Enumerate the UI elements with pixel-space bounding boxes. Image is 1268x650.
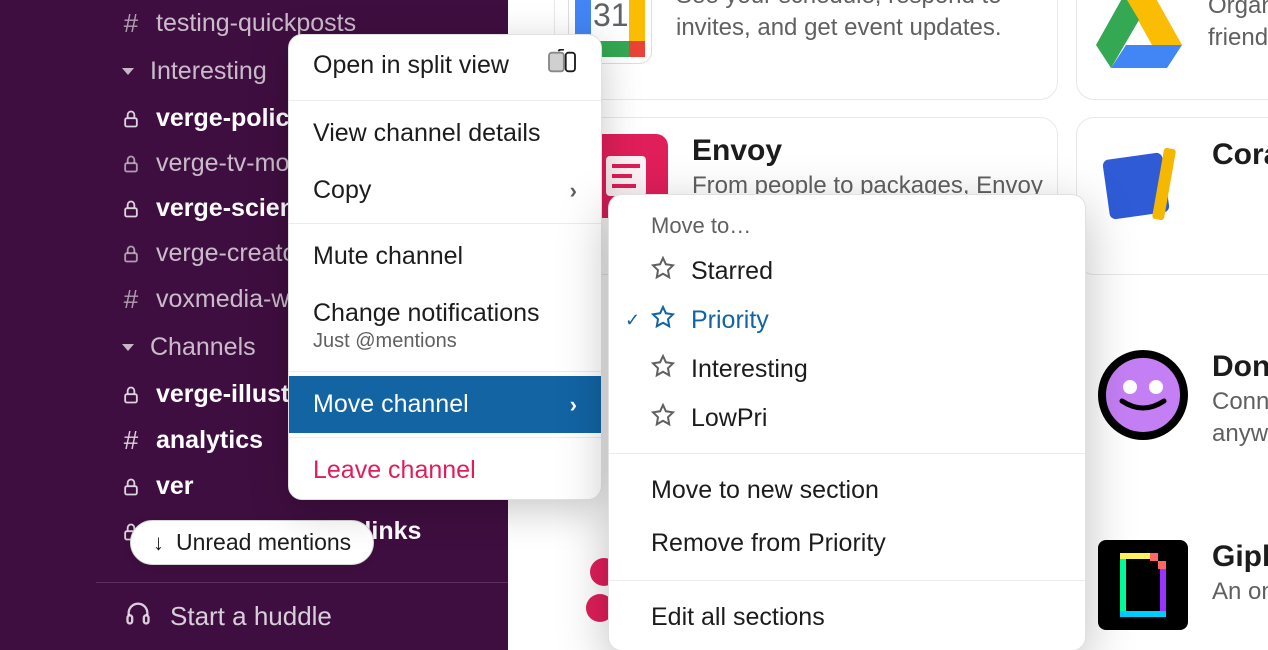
menu-label: Open in split view (313, 51, 509, 80)
menu-label: Leave channel (313, 456, 476, 485)
app-desc: An onl (1212, 576, 1268, 608)
submenu-heading: Move to… (609, 205, 1085, 247)
menu-label: View channel details (313, 119, 540, 148)
menu-separator (289, 223, 601, 224)
menu-separator (289, 437, 601, 438)
headphones-icon (124, 599, 152, 634)
channel-label: verge-tv-mo (156, 149, 289, 178)
app-card-coral[interactable]: Coral (1098, 138, 1268, 228)
menu-copy[interactable]: Copy › (289, 162, 601, 219)
menu-label: Move channel (313, 390, 469, 419)
app-card-giphy[interactable]: Giphy An onl (1098, 540, 1268, 630)
menu-separator (289, 100, 601, 101)
menu-separator (609, 453, 1085, 454)
app-desc: friendl (1208, 22, 1268, 54)
google-drive-icon (1094, 0, 1184, 80)
arrow-down-icon: ↓ (153, 530, 164, 556)
lock-icon (120, 477, 142, 497)
submenu-label: Interesting (691, 355, 808, 384)
menu-leave-channel[interactable]: Leave channel (289, 442, 601, 499)
app-title: Giphy (1212, 540, 1268, 574)
app-desc: See your schedule, respond to invites, a… (676, 0, 1036, 45)
channel-label: verge-policy (156, 104, 303, 133)
star-icon (651, 256, 675, 287)
move-to-submenu: Move to… Starred ✓ Priority Interesting … (608, 194, 1086, 650)
check-icon: ✓ (625, 310, 640, 331)
lock-icon (120, 199, 142, 219)
menu-separator (289, 371, 601, 372)
chevron-right-icon: › (570, 392, 577, 418)
submenu-edit-all-sections[interactable]: Edit all sections (609, 591, 1085, 644)
channel-context-menu: Open in split view View channel details … (288, 34, 602, 500)
section-label: Interesting (150, 57, 267, 86)
menu-label: Mute channel (313, 242, 463, 271)
submenu-label: Edit all sections (651, 603, 825, 631)
unread-mentions-pill[interactable]: ↓ Unread mentions (130, 520, 374, 565)
hash-icon: # (120, 425, 142, 456)
hash-icon: # (120, 284, 142, 315)
lock-icon (120, 154, 142, 174)
submenu-priority[interactable]: ✓ Priority (609, 296, 1085, 345)
menu-label: Copy (313, 176, 371, 205)
star-icon (651, 403, 675, 434)
app-card-drive[interactable]: Organ friendl (1094, 0, 1268, 80)
huddle-label: Start a huddle (170, 601, 332, 632)
split-view-icon (547, 49, 577, 82)
menu-view-details[interactable]: View channel details (289, 105, 601, 162)
caret-down-icon (120, 343, 136, 353)
submenu-label: LowPri (691, 404, 767, 433)
chevron-right-icon: › (570, 178, 577, 204)
channel-label: analytics (156, 426, 263, 455)
submenu-label: Starred (691, 257, 773, 286)
menu-label: Change notifications (313, 299, 540, 328)
calendar-day: 31 (593, 0, 629, 34)
menu-open-split-view[interactable]: Open in split view (289, 35, 601, 96)
section-label: Channels (150, 333, 256, 362)
giphy-icon (1098, 540, 1188, 630)
app-card-google-calendar[interactable]: 31 See your schedule, respond to invites… (568, 0, 1036, 64)
huddle-bar[interactable]: Start a huddle (96, 582, 508, 650)
app-title: Envoy (692, 134, 1052, 168)
caret-down-icon (120, 67, 136, 77)
app-desc: Conne anywh (1212, 386, 1268, 451)
donut-icon (1098, 350, 1188, 440)
app-title: Coral (1212, 138, 1268, 172)
channel-label: verge-creato (156, 239, 296, 268)
submenu-interesting[interactable]: Interesting (609, 345, 1085, 394)
hash-icon: # (120, 8, 142, 39)
lock-icon (120, 244, 142, 264)
channel-label: voxmedia-w (156, 285, 289, 314)
menu-separator (609, 580, 1085, 581)
channel-label: verge-illustr (156, 380, 299, 409)
submenu-move-new-section[interactable]: Move to new section (609, 464, 1085, 517)
lock-icon (120, 385, 142, 405)
star-icon (651, 354, 675, 385)
lock-icon (120, 109, 142, 129)
app-desc: Organ (1208, 0, 1268, 22)
menu-move-channel[interactable]: Move channel › (289, 376, 601, 433)
submenu-remove-from-priority[interactable]: Remove from Priority (609, 517, 1085, 570)
unread-label: Unread mentions (176, 529, 351, 556)
app-card-donut[interactable]: Donu Conne anywh (1098, 350, 1268, 451)
submenu-starred[interactable]: Starred (609, 247, 1085, 296)
submenu-label: Remove from Priority (651, 529, 886, 557)
coral-icon (1098, 138, 1188, 228)
app-title: Donu (1212, 350, 1268, 384)
menu-sublabel: Just @mentions (313, 330, 540, 353)
star-icon (651, 305, 675, 336)
channel-label: ver (156, 472, 194, 501)
menu-mute[interactable]: Mute channel (289, 228, 601, 285)
submenu-label: Priority (691, 306, 769, 335)
submenu-lowpri[interactable]: LowPri (609, 394, 1085, 443)
menu-change-notifications[interactable]: Change notifications Just @mentions (289, 285, 601, 367)
submenu-label: Move to new section (651, 476, 879, 504)
